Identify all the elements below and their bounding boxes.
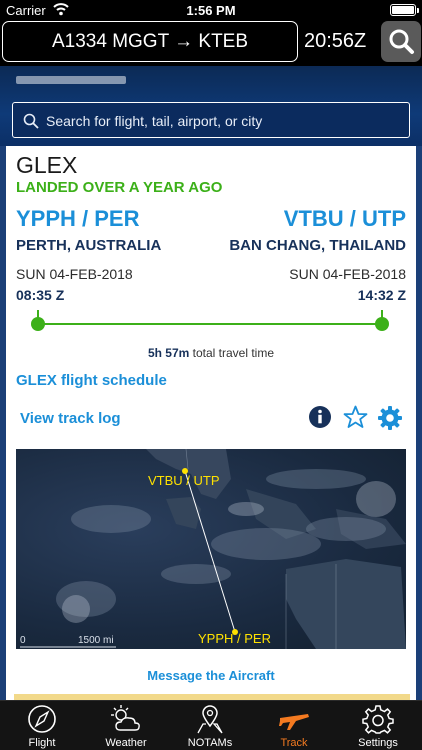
info-icon[interactable] (309, 406, 331, 428)
arrival-date: SUN 04-FEB-2018 (289, 266, 406, 282)
departure-time: 08:35 Z (16, 287, 65, 303)
tab-label: Track (280, 737, 308, 749)
map-pin-icon (197, 705, 223, 734)
status-bar: Carrier 1:56 PM (0, 0, 422, 20)
scale-start: 0 (20, 635, 26, 646)
search-placeholder: Search for flight, tail, airport, or cit… (46, 113, 263, 129)
gear-icon (362, 705, 394, 734)
airplane-icon (279, 714, 309, 730)
destination-city: BAN CHANG, THAILAND (229, 237, 406, 254)
search-input[interactable]: Search for flight, tail, airport, or cit… (12, 102, 410, 138)
aircraft-type: GLEX (16, 152, 78, 178)
tab-label: Settings (358, 737, 398, 749)
route-button[interactable]: A1334 MGGT → KTEB (2, 21, 298, 62)
search-icon (23, 113, 39, 129)
map-destination-label: VTBU / UTP (148, 473, 220, 488)
card-right-border (416, 146, 422, 700)
top-bar: A1334 MGGT → KTEB 20:56Z (0, 20, 422, 66)
tab-notams[interactable]: NOTAMs (168, 701, 252, 750)
scale-end: 1500 mi (78, 635, 114, 646)
tab-weather[interactable]: Weather (84, 701, 168, 750)
clock-time: 1:56 PM (186, 3, 236, 18)
map-origin-label: YPPH / PER (198, 631, 271, 646)
compass-icon (28, 705, 56, 733)
zulu-clock: 20:56Z (304, 30, 367, 52)
track-log-link[interactable]: View track log (20, 410, 121, 427)
origin-airport-link[interactable]: YPPH / PER (16, 206, 139, 232)
message-aircraft-link[interactable]: Message the Aircraft (0, 668, 422, 683)
departure-dot (31, 317, 45, 331)
arrival-dot (375, 317, 389, 331)
settings-gear-icon[interactable] (377, 405, 403, 431)
tab-bar: Flight Weather NOTAMs Track Settings (0, 700, 422, 750)
tab-flight[interactable]: Flight (0, 701, 84, 750)
departure-date: SUN 04-FEB-2018 (16, 266, 133, 282)
tab-label: Flight (28, 737, 56, 749)
star-icon[interactable] (343, 405, 368, 429)
card-left-border (0, 146, 6, 700)
flight-progress-bar (38, 323, 382, 325)
arrival-time: 14:32 Z (357, 287, 406, 303)
destination-airport-link[interactable]: VTBU / UTP (284, 206, 406, 232)
travel-time: 5h 57m total travel time (0, 346, 422, 360)
travel-time-label: total travel time (192, 346, 275, 360)
search-panel: Search for flight, tail, airport, or cit… (0, 66, 422, 146)
origin-city: PERTH, AUSTRALIA (16, 237, 162, 254)
battery-icon (390, 4, 419, 16)
magnifier-icon (389, 29, 414, 54)
travel-duration: 5h 57m (147, 346, 190, 360)
search-button[interactable] (381, 21, 421, 62)
flight-status: LANDED OVER A YEAR AGO (16, 179, 223, 196)
flight-schedule-link[interactable]: GLEX flight schedule (16, 372, 167, 389)
tab-settings[interactable]: Settings (336, 701, 420, 750)
tab-track[interactable]: Track (252, 701, 336, 750)
flight-map[interactable]: VTBU / UTP YPPH / PER 0 1500 mi (16, 449, 406, 649)
tab-label: Weather (105, 737, 147, 749)
weather-icon (111, 705, 140, 731)
flight-card: GLEX LANDED OVER A YEAR AGO YPPH / PER V… (0, 146, 422, 700)
faded-logo (16, 76, 126, 84)
tab-label: NOTAMs (187, 737, 233, 749)
